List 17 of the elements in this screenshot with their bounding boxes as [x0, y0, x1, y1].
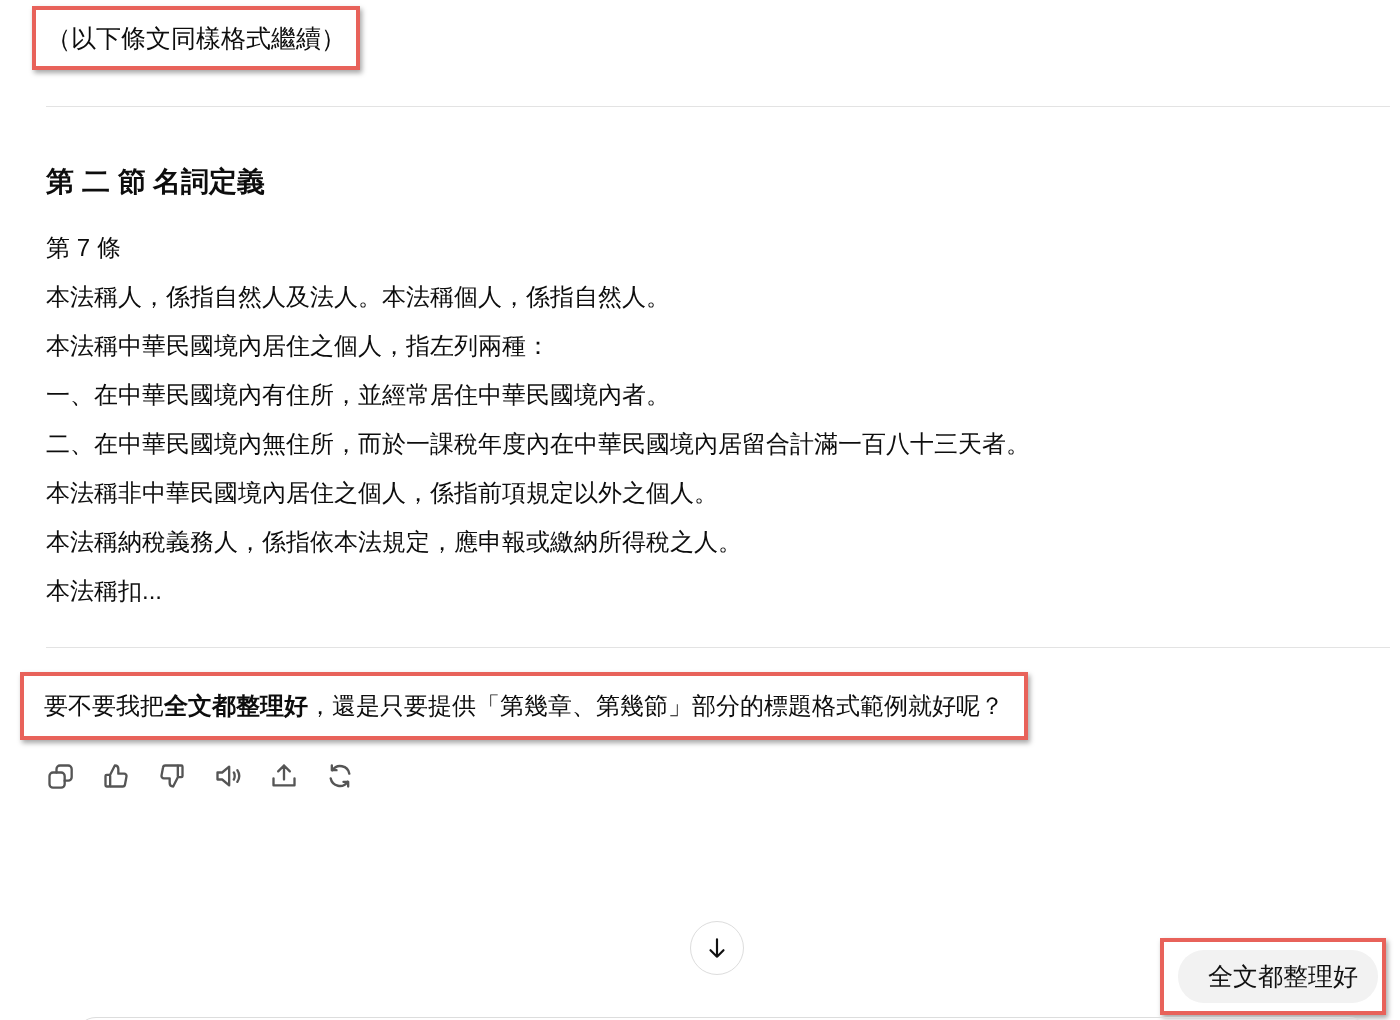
- article-text: 二、在中華民國境內無住所，而於一課稅年度內在中華民國境內居留合計滿一百八十三天者。: [46, 429, 1031, 459]
- thumbs-up-icon[interactable]: [102, 762, 130, 790]
- section-heading: 第 二 節 名詞定義: [46, 165, 267, 199]
- article-text: 第 7 條: [46, 233, 122, 263]
- article-text: 本法稱納稅義務人，係指依本法規定，應申報或繳納所得稅之人。: [46, 527, 743, 557]
- continuation-note: （以下條文同樣格式繼續）: [46, 23, 346, 54]
- article-text: 本法稱中華民國境內居住之個人，指左列兩種：: [46, 331, 551, 361]
- suggestion-chip[interactable]: 全文都整理好: [1178, 950, 1378, 1003]
- article-text: 本法稱非中華民國境內居住之個人，係指前項規定以外之個人。: [46, 478, 719, 508]
- article-text: 本法稱扣...: [46, 576, 163, 606]
- thumbs-down-icon[interactable]: [158, 762, 186, 790]
- article-text: 一、在中華民國境內有住所，並經常居住中華民國境內者。: [46, 380, 671, 410]
- share-icon[interactable]: [270, 762, 298, 790]
- question-text: 要不要我把全文都整理好，還是只要提供「第幾章、第幾節」部分的標題格式範例就好呢？: [44, 691, 1004, 721]
- scroll-down-button[interactable]: [690, 921, 744, 975]
- copy-icon[interactable]: [46, 762, 74, 790]
- article-text: 本法稱人，係指自然人及法人。本法稱個人，係指自然人。: [46, 282, 671, 312]
